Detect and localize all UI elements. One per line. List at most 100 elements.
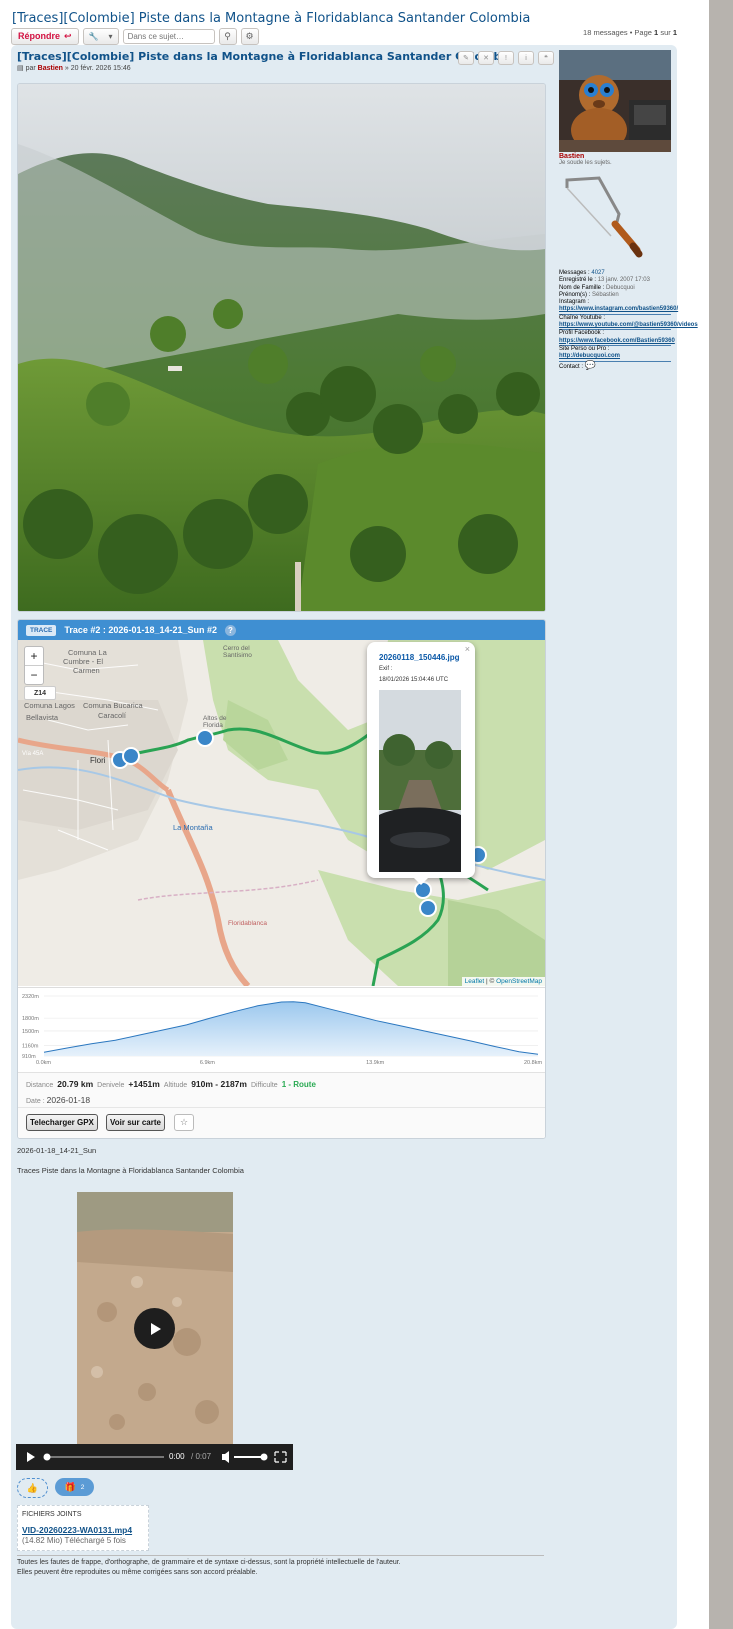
firstname-value: Sébastien <box>592 291 619 298</box>
denivele-value: +1451m <box>128 1079 160 1089</box>
denivele-label: Denivele <box>97 1082 125 1089</box>
close-icon: ✕ <box>483 55 489 62</box>
gift-reaction-button[interactable]: 🎁 2 <box>55 1478 94 1496</box>
post-date: » 20 févr. 2026 15:46 <box>64 65 131 72</box>
popup-close-button[interactable]: × <box>465 644 470 654</box>
date-value: 2026-01-18 <box>46 1095 91 1105</box>
topic-tools-button[interactable]: 🔧 ▾ <box>82 27 119 45</box>
popup-photo-thumbnail[interactable] <box>379 690 461 872</box>
search-button[interactable]: ⚲ <box>218 27 237 45</box>
post-text-line2: Traces Piste dans la Montagne à Floridab… <box>17 1166 244 1175</box>
lastname-value: Debucquoi <box>606 284 635 291</box>
facebook-label: Profil Facebook : <box>559 330 605 337</box>
attachments-box: FICHIERS JOINTS VID-20260223-WA0131.mp4 … <box>17 1505 149 1551</box>
favorite-star-button[interactable]: ☆ <box>174 1114 194 1131</box>
post: [Traces][Colombie] Piste dans la Montagn… <box>11 45 698 1629</box>
topic-search-input[interactable] <box>122 28 215 44</box>
pagination: 18 messages • Page 1 sur 1 <box>583 28 677 37</box>
help-icon[interactable]: ? <box>225 624 236 636</box>
topic-title[interactable]: [Traces][Colombie] Piste dans la Montagn… <box>12 11 530 26</box>
firstname-label: Prénom(s) : <box>559 291 591 298</box>
avatar-image <box>559 50 671 152</box>
video-current-time: 0:00 <box>169 1452 185 1461</box>
date-row: Date : 2026-01-18 <box>26 1095 90 1105</box>
signature-line1: Toutes les fautes de frappe, d'orthograp… <box>17 1559 401 1566</box>
site-link[interactable]: http://debucquoi.com <box>559 353 671 362</box>
map-label-montana: La Montaña <box>173 823 213 832</box>
elevation-area <box>44 1001 538 1056</box>
osm-link[interactable]: OpenStreetMap <box>496 978 542 985</box>
map-label-caracoli: Caracolí <box>98 711 127 720</box>
altitude-label: Altitude <box>163 1082 188 1089</box>
date-label: Date : <box>26 1098 45 1105</box>
profile-rank: Je soude les sujets. <box>559 160 612 166</box>
elevation-x-tick: 6.9km <box>200 1060 215 1066</box>
profile-field-registered: Enregistré le : 13 janv. 2007 17:03 <box>559 277 671 284</box>
quote-button[interactable]: ❝ <box>538 51 554 65</box>
messages-count-link[interactable]: 4027 <box>591 270 604 276</box>
trace-map[interactable]: Comuna La Cumbre - El Carmen Comuna Lago… <box>18 640 545 986</box>
post-text-line1: 2026-01-18_14-21_Sun <box>17 1146 97 1155</box>
gear-icon: ⚙ <box>245 30 254 41</box>
site-label: Site Perso ou Pro : <box>559 345 610 352</box>
svg-text:Cumbre - El: Cumbre - El <box>63 657 103 666</box>
advanced-search-button[interactable]: ⚙ <box>240 27 259 45</box>
profile-username[interactable]: Bastien <box>559 153 584 160</box>
report-button[interactable]: ! <box>498 51 514 65</box>
trace-widget: TRACE Trace #2 : 2026-01-18_14-21_Sun #2… <box>17 619 546 1139</box>
zoom-in-button[interactable]: + <box>25 647 43 666</box>
difficulte-value: 1 - Route <box>281 1080 316 1089</box>
delete-button[interactable]: ✕ <box>478 51 494 65</box>
profile-fields: Messages : 4027 Enregistré le : 13 janv.… <box>559 270 698 371</box>
like-reaction-button[interactable]: 👍 <box>17 1478 48 1498</box>
contact-label: Contact : <box>559 363 584 370</box>
svg-text:Cerro del: Cerro del <box>223 645 250 652</box>
play-button[interactable] <box>134 1308 175 1349</box>
rank-saw-icon <box>565 176 643 258</box>
registered-label: Enregistré le : <box>559 277 597 284</box>
pagination-prefix: 18 messages • Page <box>583 28 652 37</box>
window-scrollbar-track[interactable] <box>709 0 733 1629</box>
elevation-y-tick: 1800m <box>22 1016 39 1022</box>
trace-badge: TRACE <box>26 624 57 636</box>
post-author-link[interactable]: Bastien <box>38 65 63 72</box>
wrench-icon: 🔧 <box>88 31 99 41</box>
elevation-profile: 910m 1160m 1500m 1800m 2320m 0.0km 6.9km 13.9k… <box>18 987 545 1073</box>
messages-label: Messages : <box>559 270 590 276</box>
attachment-file-link[interactable]: VID-20260223-WA0131.mp4 <box>22 1525 132 1535</box>
trace-header: TRACE Trace #2 : 2026-01-18_14-21_Sun #2… <box>18 620 545 640</box>
elevation-y-tick: 910m <box>22 1054 36 1060</box>
topic-action-bar: Répondre ↩ 🔧 ▾ ⚲ ⚙ <box>11 27 259 45</box>
trace-title: Trace #2 : 2026-01-18_14-21_Sun #2 <box>64 625 217 635</box>
reply-button[interactable]: Répondre ↩ <box>11 27 79 45</box>
zoom-out-button[interactable]: − <box>25 666 43 684</box>
edit-button[interactable]: ✎ <box>458 51 474 65</box>
zoom-level-badge: Z14 <box>24 686 56 700</box>
landscape-photo[interactable] <box>17 83 546 612</box>
view-map-button[interactable]: Voir sur carte <box>106 1114 165 1131</box>
post-title[interactable]: [Traces][Colombie] Piste dans la Montagn… <box>17 50 513 63</box>
distance-label: Distance <box>26 1082 54 1089</box>
search-icon: ⚲ <box>224 30 231 41</box>
youtube-link[interactable]: https://www.youtube.com/@bastien59360/vi… <box>559 322 698 331</box>
avatar[interactable] <box>559 50 671 152</box>
popup-photo-link[interactable]: 20260118_150446.jpg <box>379 653 460 662</box>
profile-field-firstname: Prénom(s) : Sébastien <box>559 292 671 299</box>
download-gpx-button[interactable]: Telecharger GPX <box>26 1114 98 1131</box>
distance-value: 20.79 km <box>57 1079 94 1089</box>
elevation-x-tick: 0.0km <box>36 1060 51 1066</box>
post-meta: ▤ par Bastien » 20 févr. 2026 15:46 <box>17 64 131 72</box>
profile-field-lastname: Nom de Famille : Debucquoi <box>559 285 671 292</box>
svg-text:Florida: Florida <box>203 722 223 729</box>
post-meta-prefix: par <box>25 65 36 72</box>
video-player[interactable]: 0:00 / 0:07 <box>16 1192 293 1470</box>
signature-line2: Elles peuvent être reproduites ou même c… <box>17 1569 258 1576</box>
elevation-y-tick: 1500m <box>22 1029 39 1035</box>
facebook-link[interactable]: https://www.facebook.com/Bastien59360 <box>559 338 675 346</box>
info-button[interactable]: i <box>518 51 534 65</box>
elevation-x-tick: 13.9km <box>366 1060 384 1066</box>
instagram-link[interactable]: https://www.instagram.com/bastien59360/ <box>559 306 678 315</box>
contact-chat-icon[interactable]: 💬 <box>585 360 596 370</box>
registered-value: 13 janv. 2007 17:03 <box>597 277 650 284</box>
leaflet-link[interactable]: Leaflet <box>465 978 485 985</box>
